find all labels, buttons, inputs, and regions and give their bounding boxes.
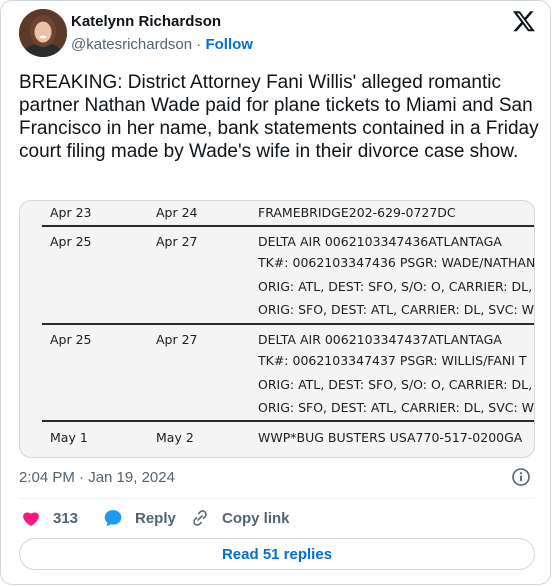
read-replies-button[interactable]: Read 51 replies: [19, 538, 535, 570]
stmt-row-2-date1: Apr 25: [50, 234, 92, 249]
reply-label: Reply: [135, 509, 176, 527]
tweet-actions: 313 Reply Copy link: [19, 506, 539, 530]
bank-statement-image: Apr 23 Apr 24 FRAMEBRIDGE202-629-0727DC …: [20, 201, 534, 457]
copy-link-button[interactable]: Copy link: [190, 506, 290, 530]
like-count: 313: [53, 509, 79, 527]
divider: [19, 498, 534, 499]
stmt-row-2-line-1: TK#: 0062103347436 PSGR: WADE/NATHAN: [258, 255, 535, 270]
tweet-card: Katelynn Richardson @katesrichardson · F…: [0, 0, 551, 585]
info-icon[interactable]: [511, 467, 531, 487]
stmt-row-4-desc: WWP*BUG BUSTERS USA770-517-0200GA: [258, 430, 523, 445]
stmt-row-4-date1: May 1: [50, 430, 88, 445]
stmt-row-3-date2: Apr 27: [156, 332, 198, 347]
stmt-row-3-desc: DELTA AIR 0062103347437ATLANTAGA: [258, 332, 502, 347]
author-handle[interactable]: @katesrichardson: [71, 36, 192, 53]
x-logo-icon[interactable]: [512, 9, 536, 33]
tweet-header: Katelynn Richardson @katesrichardson · F…: [19, 7, 536, 57]
author-handle-row: @katesrichardson · Follow: [71, 36, 253, 53]
stmt-row-1-desc: FRAMEBRIDGE202-629-0727DC: [258, 205, 456, 220]
author-name[interactable]: Katelynn Richardson: [71, 13, 221, 30]
stmt-row-1-date1: Apr 23: [50, 205, 92, 220]
tweet-text: BREAKING: District Attorney Fani Willis'…: [19, 72, 539, 162]
stmt-row-4-date2: May 2: [156, 430, 194, 445]
stmt-row-1-date2: Apr 24: [156, 205, 198, 220]
avatar[interactable]: [19, 9, 67, 57]
stmt-divider: [42, 420, 534, 422]
link-icon: [193, 510, 207, 526]
stmt-row-2-line-3: ORIG: SFO, DEST: ATL, CARRIER: DL, SVC: …: [258, 302, 535, 317]
reply-button[interactable]: Reply: [103, 506, 176, 530]
stmt-row-2-desc: DELTA AIR 0062103347436ATLANTAGA: [258, 234, 502, 249]
stmt-row-2-date2: Apr 27: [156, 234, 198, 249]
stmt-divider: [42, 225, 534, 227]
tweet-timestamp[interactable]: 2:04 PM · Jan 19, 2024: [19, 469, 175, 486]
follow-button[interactable]: Follow: [205, 36, 253, 53]
like-button[interactable]: 313: [21, 506, 78, 530]
stmt-row-3-line-1: TK#: 0062103347437 PSGR: WILLIS/FANI T: [258, 353, 527, 368]
reply-bubble-icon: [104, 510, 122, 527]
tweet-media-document[interactable]: Apr 23 Apr 24 FRAMEBRIDGE202-629-0727DC …: [19, 200, 535, 458]
stmt-row-3-line-2: ORIG: ATL, DEST: SFO, S/O: O, CARRIER: D…: [258, 377, 533, 392]
separator-dot: ·: [196, 36, 202, 53]
stmt-row-2-line-2: ORIG: ATL, DEST: SFO, S/O: O, CARRIER: D…: [258, 279, 533, 294]
stmt-row-3-date1: Apr 25: [50, 332, 92, 347]
stmt-divider: [42, 323, 534, 325]
heart-icon: [23, 512, 39, 526]
copy-link-label: Copy link: [222, 509, 290, 527]
stmt-row-3-line-3: ORIG: SFO, DEST: ATL, CARRIER: DL, SVC: …: [258, 400, 535, 415]
